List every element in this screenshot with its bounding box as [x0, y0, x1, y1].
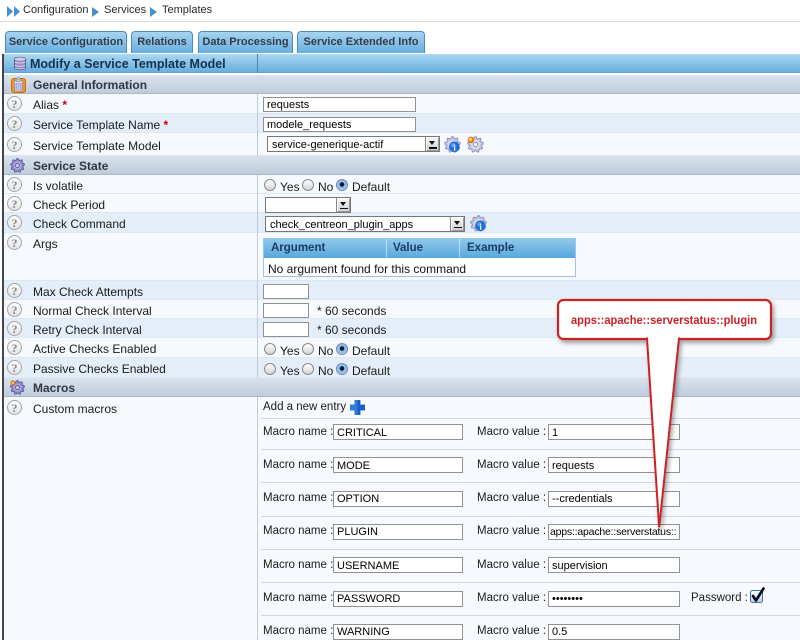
svg-text:apps::apache::serverstatus::pl: apps::apache::serverstatus::plugin: [571, 313, 757, 327]
